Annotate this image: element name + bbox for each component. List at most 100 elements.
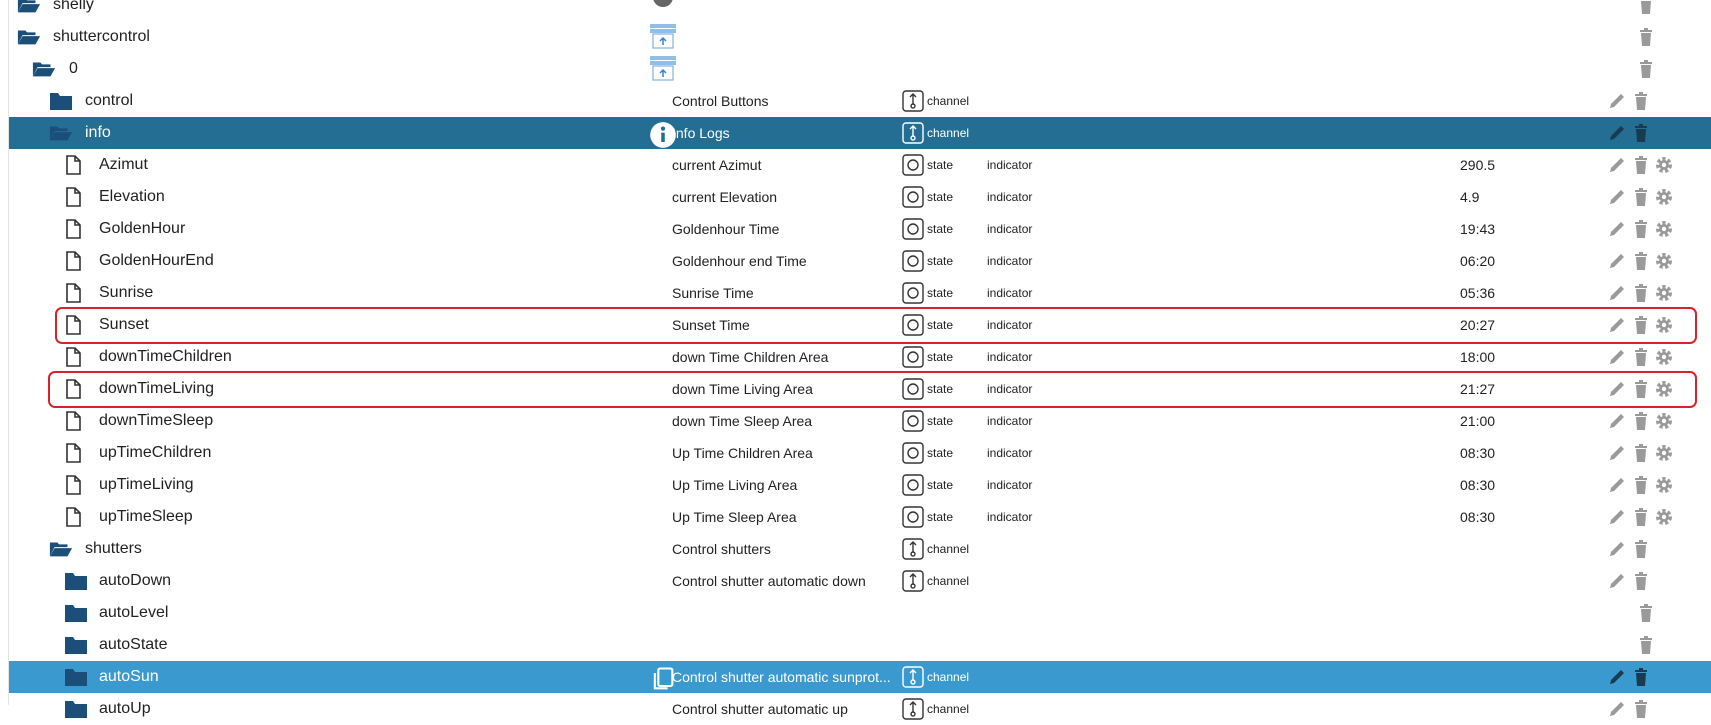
settings-icon[interactable] (1654, 347, 1674, 367)
object-name[interactable]: upTimeLiving (99, 469, 194, 501)
edit-icon[interactable] (1607, 283, 1627, 303)
delete-icon[interactable] (1631, 507, 1651, 527)
delete-icon[interactable] (1631, 187, 1651, 207)
tree-row-downTimeSleep[interactable]: downTimeSleep down Time Sleep Area state in… (9, 405, 1711, 437)
object-name[interactable]: autoUp (99, 693, 151, 725)
object-value[interactable]: 21:00 (1460, 405, 1495, 437)
object-value[interactable]: 290.5 (1460, 149, 1495, 181)
edit-icon[interactable] (1607, 123, 1627, 143)
object-value[interactable]: 18:00 (1460, 341, 1495, 373)
tree-row-shelly[interactable]: shelly (9, 0, 1711, 21)
edit-icon[interactable] (1607, 571, 1627, 591)
tree-row-upTimeSleep[interactable]: upTimeSleep Up Time Sleep Area state indica… (9, 501, 1711, 533)
delete-icon[interactable] (1631, 219, 1651, 239)
delete-icon[interactable] (1636, 27, 1656, 47)
edit-icon[interactable] (1607, 443, 1627, 463)
tree-row-Azimut[interactable]: Azimut current Azimut state indicator 290.5 (9, 149, 1711, 181)
delete-icon[interactable] (1631, 475, 1651, 495)
delete-icon[interactable] (1631, 123, 1651, 143)
delete-icon[interactable] (1631, 155, 1651, 175)
delete-icon[interactable] (1631, 283, 1651, 303)
edit-icon[interactable] (1607, 507, 1627, 527)
object-value[interactable]: 21:27 (1460, 373, 1495, 405)
tree-row-0[interactable]: 0 (9, 53, 1711, 85)
settings-icon[interactable] (1654, 411, 1674, 431)
edit-icon[interactable] (1607, 155, 1627, 175)
tree-row-downTimeLiving[interactable]: downTimeLiving down Time Living Area state… (9, 373, 1711, 405)
object-name[interactable]: Sunset (99, 309, 149, 341)
tree-row-GoldenHourEnd[interactable]: GoldenHourEnd Goldenhour end Time state ind… (9, 245, 1711, 277)
object-name[interactable]: shelly (53, 0, 94, 21)
tree-row-info[interactable]: info Info Logs channel (9, 117, 1711, 149)
tree-row-GoldenHour[interactable]: GoldenHour Goldenhour Time state indicator 1… (9, 213, 1711, 245)
settings-icon[interactable] (1654, 283, 1674, 303)
object-value[interactable]: 08:30 (1460, 437, 1495, 469)
tree-row-shutters[interactable]: shutters Control shutters channel (9, 533, 1711, 565)
delete-icon[interactable] (1631, 347, 1651, 367)
tree-row-autoDown[interactable]: autoDown Control shutter automatic down ch… (9, 565, 1711, 597)
edit-icon[interactable] (1607, 379, 1627, 399)
edit-icon[interactable] (1607, 667, 1627, 687)
delete-icon[interactable] (1636, 635, 1656, 655)
object-name[interactable]: GoldenHourEnd (99, 245, 214, 277)
tree-row-autoState[interactable]: autoState (9, 629, 1711, 661)
edit-icon[interactable] (1607, 539, 1627, 559)
object-name[interactable]: autoLevel (99, 597, 168, 629)
tree-row-Sunset[interactable]: Sunset Sunset Time state indicator 20:27 (9, 309, 1711, 341)
object-name[interactable]: Azimut (99, 149, 148, 181)
settings-icon[interactable] (1654, 507, 1674, 527)
object-name[interactable]: autoState (99, 629, 168, 661)
settings-icon[interactable] (1654, 443, 1674, 463)
object-name[interactable]: Sunrise (99, 277, 153, 309)
settings-icon[interactable] (1654, 251, 1674, 271)
delete-icon[interactable] (1631, 411, 1651, 431)
edit-icon[interactable] (1607, 315, 1627, 335)
tree-row-autoUp[interactable]: autoUp Control shutter automatic up channe… (9, 693, 1711, 725)
tree-row-shuttercontrol[interactable]: shuttercontrol (9, 21, 1711, 53)
settings-icon[interactable] (1654, 187, 1674, 207)
delete-icon[interactable] (1631, 667, 1651, 687)
object-name[interactable]: Elevation (99, 181, 165, 213)
delete-icon[interactable] (1636, 0, 1656, 15)
delete-icon[interactable] (1631, 539, 1651, 559)
tree-row-autoSun[interactable]: autoSun Control shutter automatic sunprot… (9, 661, 1711, 693)
object-name[interactable]: info (85, 117, 111, 149)
delete-icon[interactable] (1631, 443, 1651, 463)
edit-icon[interactable] (1607, 251, 1627, 271)
edit-icon[interactable] (1607, 411, 1627, 431)
object-value[interactable]: 08:30 (1460, 469, 1495, 501)
object-name[interactable]: upTimeChildren (99, 437, 211, 469)
delete-icon[interactable] (1636, 603, 1656, 623)
delete-icon[interactable] (1631, 699, 1651, 719)
settings-icon[interactable] (1654, 475, 1674, 495)
object-name[interactable]: downTimeSleep (99, 405, 213, 437)
object-name[interactable]: upTimeSleep (99, 501, 193, 533)
edit-icon[interactable] (1607, 699, 1627, 719)
object-name[interactable]: shuttercontrol (53, 21, 150, 53)
edit-icon[interactable] (1607, 347, 1627, 367)
object-name[interactable]: downTimeLiving (99, 373, 214, 405)
object-value[interactable]: 06:20 (1460, 245, 1495, 277)
object-value[interactable]: 08:30 (1460, 501, 1495, 533)
settings-icon[interactable] (1654, 219, 1674, 239)
settings-icon[interactable] (1654, 315, 1674, 335)
delete-icon[interactable] (1631, 379, 1651, 399)
settings-icon[interactable] (1654, 379, 1674, 399)
delete-icon[interactable] (1631, 571, 1651, 591)
object-name[interactable]: 0 (69, 53, 78, 85)
object-name[interactable]: shutters (85, 533, 142, 565)
object-value[interactable]: 05:36 (1460, 277, 1495, 309)
edit-icon[interactable] (1607, 187, 1627, 207)
object-value[interactable]: 19:43 (1460, 213, 1495, 245)
edit-icon[interactable] (1607, 475, 1627, 495)
delete-icon[interactable] (1631, 315, 1651, 335)
object-value[interactable]: 20:27 (1460, 309, 1495, 341)
edit-icon[interactable] (1607, 219, 1627, 239)
tree-row-Sunrise[interactable]: Sunrise Sunrise Time state indicator 05:36 (9, 277, 1711, 309)
tree-row-autoLevel[interactable]: autoLevel (9, 597, 1711, 629)
object-name[interactable]: autoSun (99, 661, 159, 693)
object-name[interactable]: downTimeChildren (99, 341, 232, 373)
delete-icon[interactable] (1631, 91, 1651, 111)
tree-row-Elevation[interactable]: Elevation current Elevation state indicator… (9, 181, 1711, 213)
object-name[interactable]: autoDown (99, 565, 171, 597)
